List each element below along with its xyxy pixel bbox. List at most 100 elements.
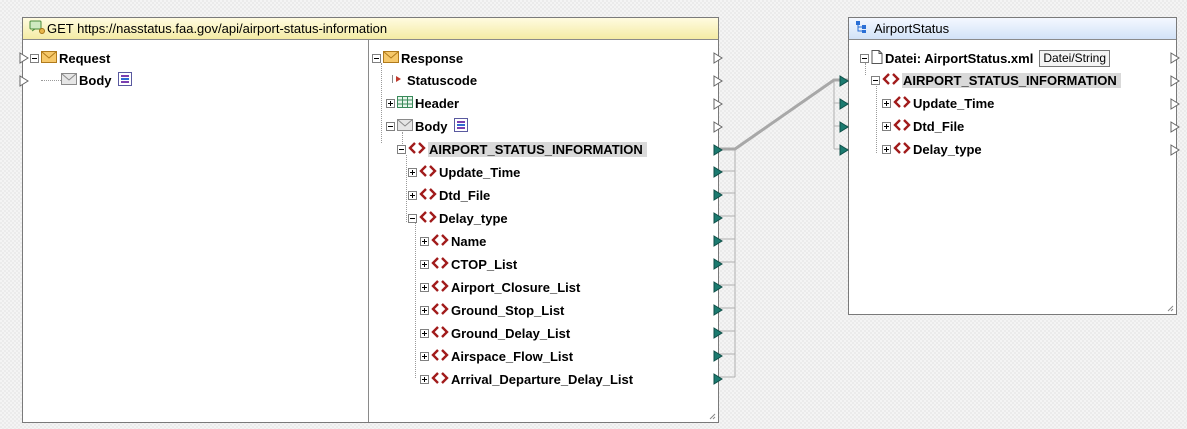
request-body-label: Body xyxy=(79,72,112,88)
xml-element-icon xyxy=(431,256,449,273)
target-root-input-pin-connected[interactable] xyxy=(839,75,849,87)
expand-icon[interactable] xyxy=(386,98,395,108)
target-child-node[interactable]: Dtd_File xyxy=(882,115,964,137)
target-title-bar[interactable]: AirportStatus xyxy=(849,18,1176,40)
header-output-pin[interactable] xyxy=(713,98,723,110)
target-child-node[interactable]: Update_Time xyxy=(882,92,994,114)
service-title-bar[interactable]: GET https://nasstatus.faa.gov/api/airpor… xyxy=(23,18,718,40)
target-output-pin[interactable] xyxy=(1170,144,1180,156)
target-child-node[interactable]: Delay_type xyxy=(882,138,982,160)
delay-child-node[interactable]: Airport_Closure_List xyxy=(420,276,580,298)
collapse-icon[interactable] xyxy=(408,213,417,223)
response-body-label: Body xyxy=(415,118,448,134)
collapse-icon[interactable] xyxy=(30,53,39,63)
delay-child-node[interactable]: Airspace_Flow_List xyxy=(420,345,573,367)
output-pin-connected[interactable] xyxy=(713,350,723,362)
target-title: AirportStatus xyxy=(874,21,950,36)
xml-element-icon xyxy=(431,233,449,250)
delay-child-label: CTOP_List xyxy=(451,256,518,272)
target-output-pin[interactable] xyxy=(1170,52,1180,64)
table-icon xyxy=(397,95,413,111)
source-root-label: AIRPORT_STATUS_INFORMATION xyxy=(428,141,647,157)
output-pin-connected[interactable] xyxy=(713,304,723,316)
delay-child-node[interactable]: Arrival_Departure_Delay_List xyxy=(420,368,633,390)
rest-service-component[interactable]: GET https://nasstatus.faa.gov/api/airpor… xyxy=(19,17,723,423)
expand-icon[interactable] xyxy=(420,305,429,315)
output-pin-connected[interactable] xyxy=(713,189,723,201)
collapse-icon[interactable] xyxy=(386,121,395,131)
target-root-element-node[interactable]: AIRPORT_STATUS_INFORMATION xyxy=(871,69,1121,91)
statuscode-output-pin[interactable] xyxy=(713,75,723,87)
collapse-icon[interactable] xyxy=(372,53,381,63)
output-pin-connected[interactable] xyxy=(713,235,723,247)
target-child-label: Dtd_File xyxy=(913,118,965,134)
delay-child-node[interactable]: Ground_Delay_List xyxy=(420,322,570,344)
output-pin-connected[interactable] xyxy=(713,166,723,178)
resize-grip-icon[interactable] xyxy=(709,413,716,420)
file-icon xyxy=(871,49,883,67)
output-pin-connected[interactable] xyxy=(713,212,723,224)
expand-icon[interactable] xyxy=(420,236,429,246)
request-response-divider xyxy=(368,40,369,422)
target-output-pin[interactable] xyxy=(1170,75,1180,87)
expand-icon[interactable] xyxy=(882,144,891,154)
expand-icon[interactable] xyxy=(420,259,429,269)
delay-child-node[interactable]: CTOP_List xyxy=(420,253,517,275)
xml-element-icon xyxy=(893,118,911,135)
target-file-node[interactable]: Datei: AirportStatus.xml Datei/String xyxy=(860,47,1111,69)
response-node[interactable]: Response xyxy=(372,47,463,69)
collapse-icon[interactable] xyxy=(397,144,406,154)
response-output-pin[interactable] xyxy=(713,52,723,64)
target-input-pin-connected[interactable] xyxy=(839,121,849,133)
output-pin-connected[interactable] xyxy=(713,373,723,385)
source-delay-type-node[interactable]: Delay_type xyxy=(408,207,508,229)
expand-icon[interactable] xyxy=(420,282,429,292)
request-body-node[interactable]: Body xyxy=(61,69,134,91)
expand-icon[interactable] xyxy=(408,190,417,200)
output-pin-connected[interactable] xyxy=(713,258,723,270)
file-string-button[interactable]: Datei/String xyxy=(1039,49,1111,67)
expand-icon[interactable] xyxy=(420,374,429,384)
xml-element-icon xyxy=(431,348,449,365)
header-node[interactable]: Header xyxy=(386,92,459,114)
target-input-pin-connected[interactable] xyxy=(839,98,849,110)
expand-icon[interactable] xyxy=(882,121,891,131)
target-component[interactable]: AirportStatus Datei: AirportStatus.xml D… xyxy=(839,17,1180,315)
delay-child-label: Arrival_Departure_Delay_List xyxy=(451,371,634,387)
source-root-element-node[interactable]: AIRPORT_STATUS_INFORMATION xyxy=(397,138,647,160)
resize-grip-icon[interactable] xyxy=(1167,305,1174,312)
target-output-pin[interactable] xyxy=(1170,98,1180,110)
request-node[interactable]: Request xyxy=(30,47,110,69)
statuscode-node[interactable]: Statuscode xyxy=(389,69,477,91)
request-body-input-pin[interactable] xyxy=(19,75,29,87)
web-service-icon xyxy=(29,20,45,37)
expand-icon[interactable] xyxy=(408,167,417,177)
body-settings-icon[interactable] xyxy=(117,71,132,89)
xml-element-icon xyxy=(431,279,449,296)
source-update-time-node[interactable]: Update_Time xyxy=(408,161,520,183)
body-output-pin[interactable] xyxy=(713,121,723,133)
source-dtd-file-label: Dtd_File xyxy=(439,187,491,203)
collapse-icon[interactable] xyxy=(871,75,880,85)
request-input-pin[interactable] xyxy=(19,52,29,64)
expand-icon[interactable] xyxy=(420,351,429,361)
collapse-icon[interactable] xyxy=(860,53,869,63)
output-pin-connected[interactable] xyxy=(713,281,723,293)
expand-icon[interactable] xyxy=(882,98,891,108)
source-update-time-label: Update_Time xyxy=(439,164,521,180)
response-body-node[interactable]: Body xyxy=(386,115,470,137)
xml-element-icon xyxy=(431,325,449,342)
delay-child-node[interactable]: Ground_Stop_List xyxy=(420,299,564,321)
xml-element-icon xyxy=(419,187,437,204)
body-settings-icon[interactable] xyxy=(453,117,468,135)
output-pin-connected[interactable] xyxy=(713,327,723,339)
delay-child-label: Airport_Closure_List xyxy=(451,279,581,295)
target-output-pin[interactable] xyxy=(1170,121,1180,133)
delay-child-label: Airspace_Flow_List xyxy=(451,348,574,364)
expand-icon[interactable] xyxy=(420,328,429,338)
delay-child-label: Ground_Delay_List xyxy=(451,325,571,341)
delay-child-node[interactable]: Name xyxy=(420,230,486,252)
source-dtd-file-node[interactable]: Dtd_File xyxy=(408,184,490,206)
root-output-pin-connected[interactable] xyxy=(713,144,723,156)
target-input-pin-connected[interactable] xyxy=(839,144,849,156)
